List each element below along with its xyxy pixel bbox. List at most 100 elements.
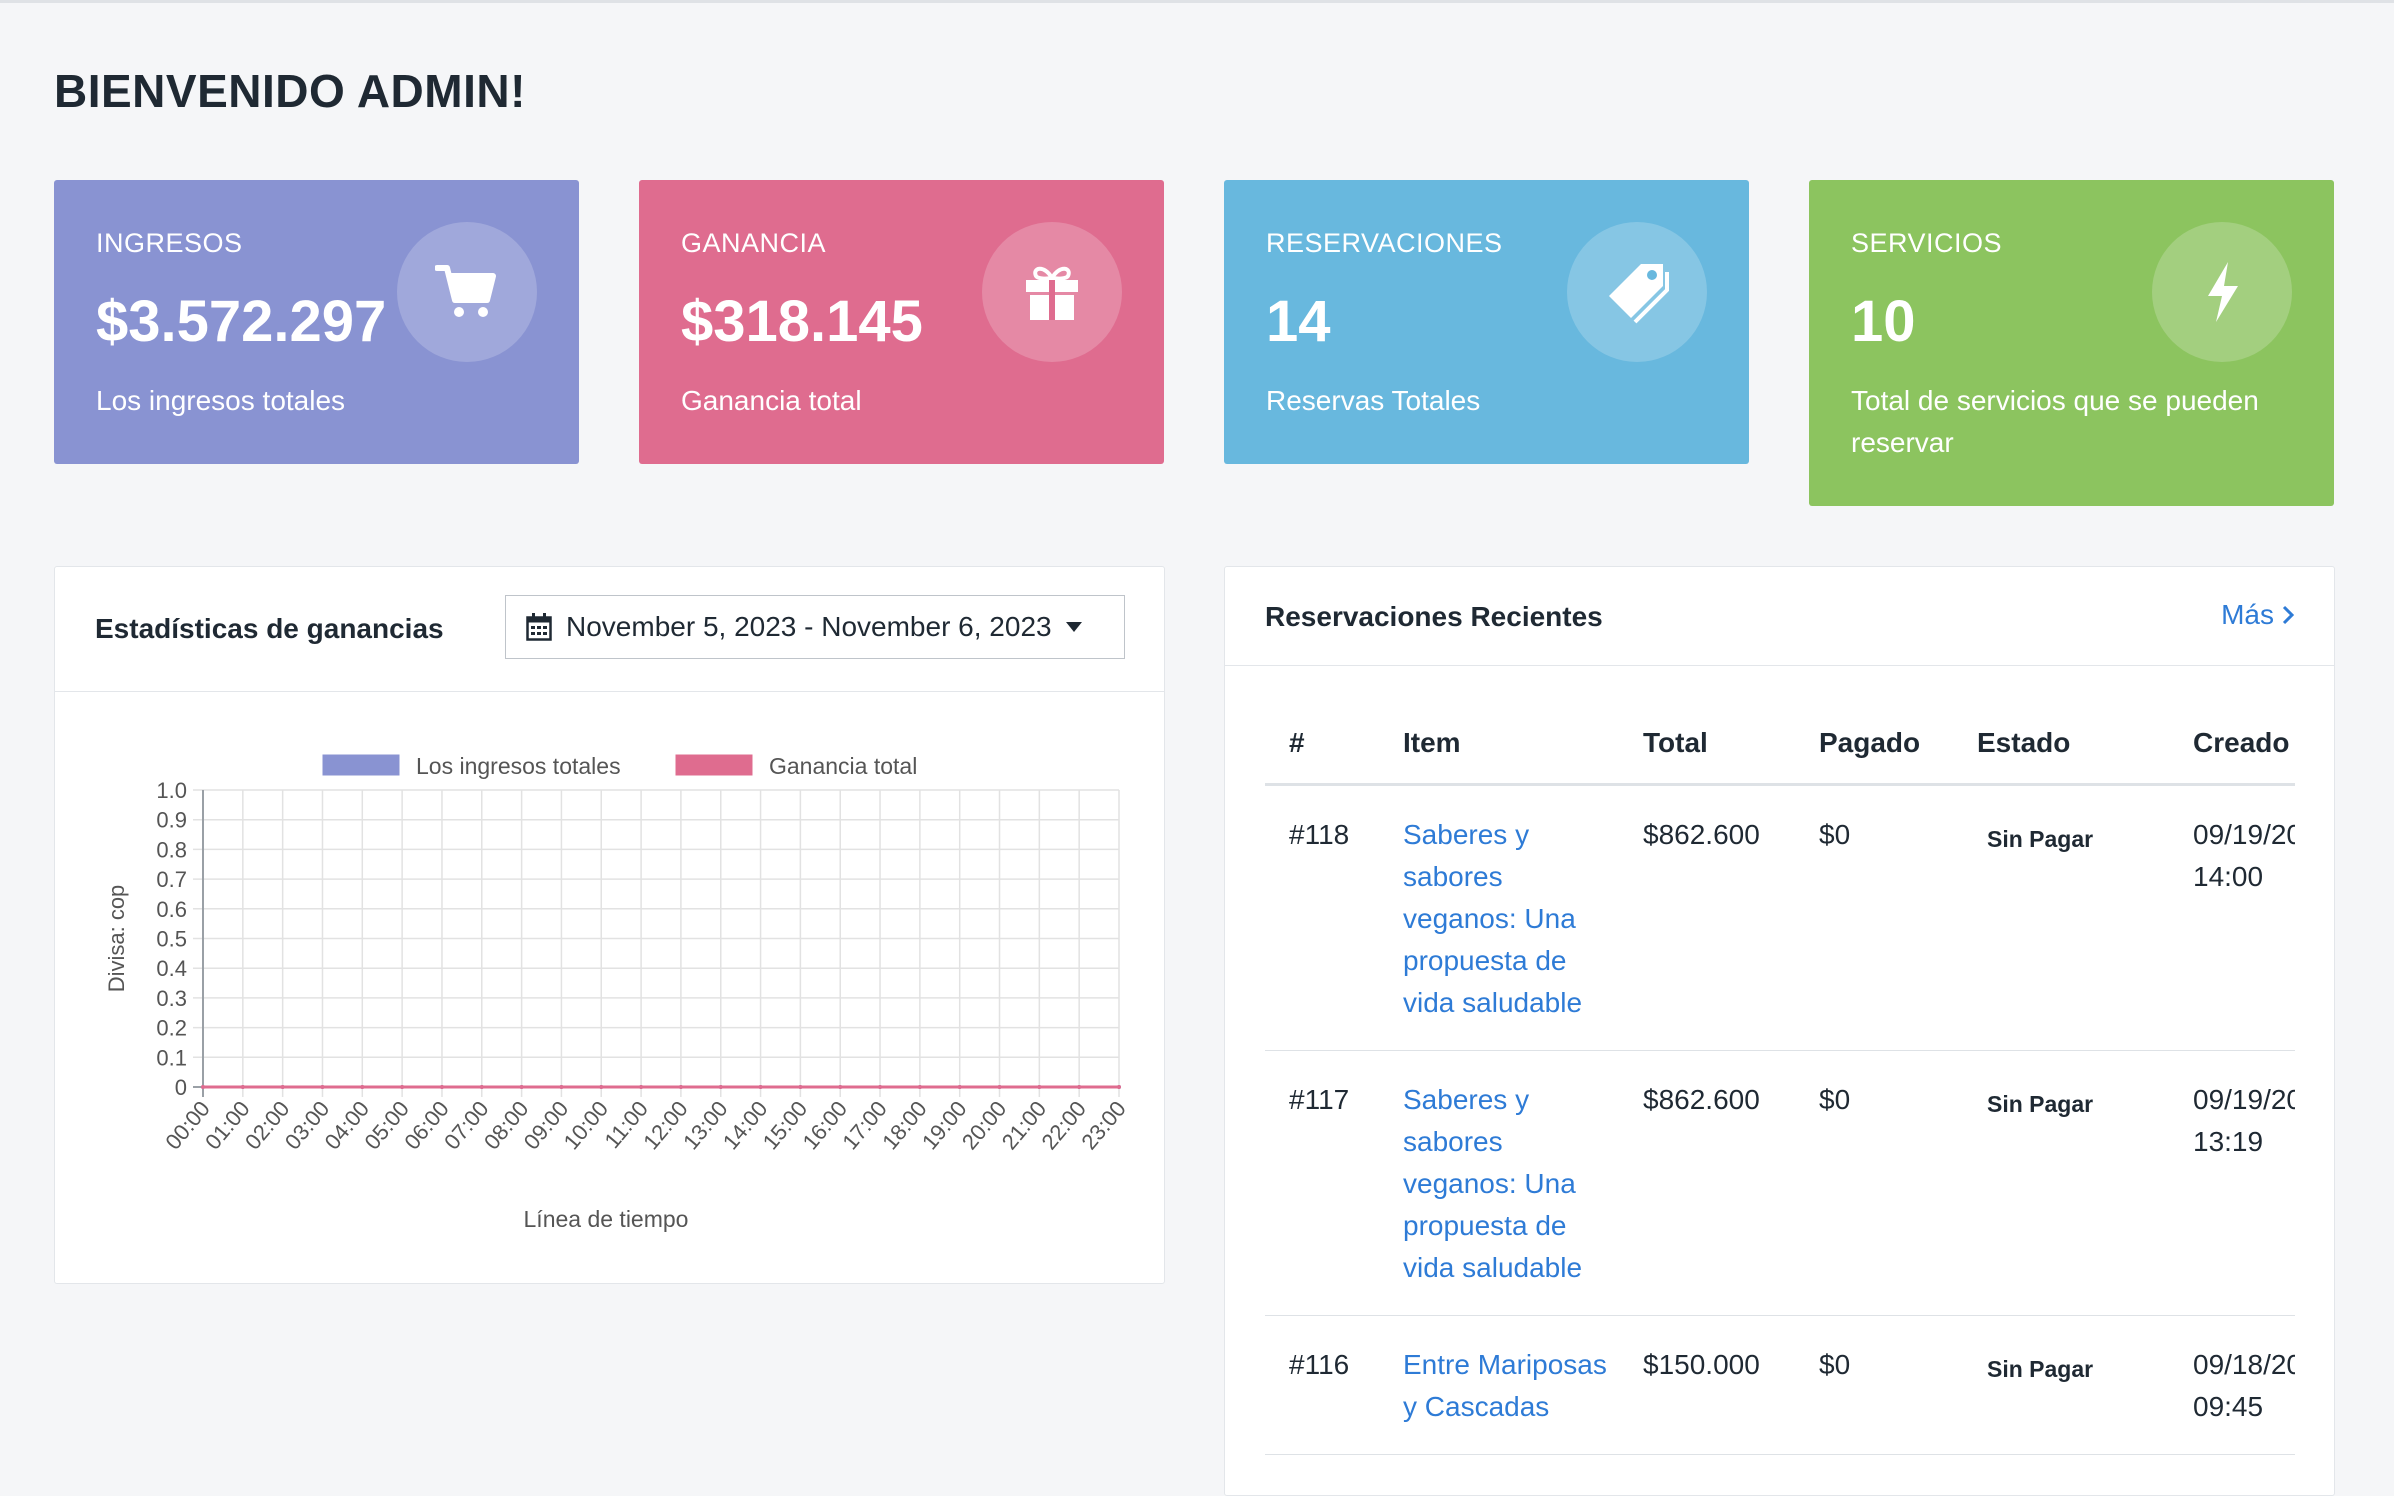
- y-tick-label: 0.8: [156, 837, 187, 862]
- panel-title: Reservaciones Recientes: [1265, 601, 1603, 632]
- y-tick-label: 1.0: [156, 778, 187, 803]
- x-tick-label: 06:00: [399, 1096, 454, 1154]
- data-point: [758, 1085, 763, 1089]
- data-point: [201, 1085, 205, 1089]
- table-row: #116 Entre Mariposas y Cascadas $150.000…: [1265, 1315, 2295, 1455]
- reservation-item-link[interactable]: Saberes y sabores veganos: Una propuesta…: [1403, 784, 1643, 1051]
- reservation-created: 09/18/2023 09:45: [2193, 1315, 2295, 1455]
- card-value: $318.145: [681, 289, 923, 354]
- reservation-item-link[interactable]: Entre Mariposas y Cascadas: [1403, 1315, 1643, 1455]
- card-value: 14: [1266, 289, 1331, 354]
- more-link-label: Más: [2221, 599, 2274, 630]
- data-point: [519, 1085, 524, 1089]
- caret-down-icon: [1065, 622, 1082, 632]
- reservation-item-link[interactable]: Saberes y sabores veganos: Una propuesta…: [1403, 1050, 1643, 1316]
- table-row: #118 Saberes y sabores veganos: Una prop…: [1265, 784, 2295, 1051]
- y-tick-label: 0.6: [156, 897, 187, 922]
- page-title: BIENVENIDO ADMIN!: [54, 65, 526, 117]
- data-point: [479, 1085, 484, 1089]
- card-ganancia: GANANCIA $318.145 Ganancia total: [639, 180, 1164, 464]
- x-tick-label: 21:00: [997, 1096, 1052, 1154]
- reservation-id: #118: [1265, 784, 1403, 1051]
- x-tick-label: 00:00: [160, 1096, 215, 1154]
- data-point: [1117, 1085, 1121, 1089]
- data-point: [838, 1085, 843, 1089]
- x-tick-label: 14:00: [718, 1096, 773, 1154]
- x-tick-label: 12:00: [638, 1096, 693, 1154]
- reservations-table-wrapper: # Item Total Pagado Estado Creado #118 S…: [1265, 727, 2295, 1455]
- created-date: 09/19/2023: [2193, 819, 2295, 850]
- y-tick-label: 0: [175, 1075, 187, 1100]
- data-point: [1037, 1085, 1042, 1089]
- data-point: [280, 1085, 285, 1089]
- card-subtitle: Reservas Totales: [1266, 385, 1481, 416]
- data-point: [917, 1085, 922, 1089]
- data-point: [878, 1085, 883, 1089]
- card-subtitle: Los ingresos totales: [96, 385, 346, 416]
- date-range-picker[interactable]: November 5, 2023 - November 6, 2023: [505, 595, 1125, 659]
- data-point: [639, 1085, 644, 1089]
- chevron-right-icon: [2282, 605, 2294, 625]
- tag-icon: [1567, 222, 1707, 362]
- card-value: $3.572.297: [96, 289, 387, 354]
- x-tick-label: 10:00: [559, 1096, 614, 1154]
- column-header: Total: [1643, 727, 1819, 786]
- column-header: Pagado: [1819, 727, 1977, 786]
- reservation-paid: $0: [1819, 1315, 1977, 1455]
- reservation-id: #116: [1265, 1315, 1403, 1455]
- date-range-value: November 5, 2023 - November 6, 2023: [566, 611, 1052, 642]
- card-ingresos: INGRESOS $3.572.297 Los ingresos totales: [54, 180, 579, 464]
- x-tick-label: 23:00: [1076, 1096, 1131, 1154]
- card-reservaciones: RESERVACIONES 14 Reservas Totales: [1224, 180, 1749, 464]
- panel-header: Reservaciones Recientes Más: [1225, 567, 2334, 666]
- column-header: Item: [1403, 727, 1643, 786]
- reservation-id: #117: [1265, 1050, 1403, 1316]
- x-tick-label: 09:00: [519, 1096, 574, 1154]
- table-header-row: # Item Total Pagado Estado Creado: [1265, 727, 2295, 786]
- x-tick-label: 13:00: [678, 1096, 733, 1154]
- more-link[interactable]: Más: [2221, 599, 2294, 631]
- x-tick-label: 04:00: [320, 1096, 375, 1154]
- data-point: [599, 1085, 604, 1089]
- data-point: [798, 1085, 803, 1089]
- legend-label: Los ingresos totales: [416, 753, 621, 779]
- reservation-created: 09/19/2023 14:00: [2193, 784, 2295, 1051]
- legend-swatch: [319, 751, 403, 779]
- x-axis-title: Línea de tiempo: [524, 1206, 689, 1232]
- reservation-total: $862.600: [1643, 1050, 1819, 1316]
- data-point: [678, 1085, 683, 1089]
- panel-header: Estadísticas de ganancias November 5, 20…: [55, 567, 1164, 692]
- y-axis-title: Divisa: cop: [104, 885, 129, 993]
- created-time: 13:19: [2193, 1126, 2264, 1157]
- card-servicios: SERVICIOS 10 Total de servicios que se p…: [1809, 180, 2334, 506]
- earnings-chart: 0 0.1 0.2 0.3 0.4 0.5 0.6 0.7 0.8 0.9 1.0 00:0001:0…: [104, 751, 1131, 1232]
- gift-icon: [982, 222, 1122, 362]
- column-header: Creado: [2193, 727, 2295, 786]
- data-point: [439, 1085, 444, 1089]
- reservation-total: $150.000: [1643, 1315, 1819, 1455]
- created-time: 14:00: [2193, 861, 2264, 892]
- table-row: #117 Saberes y sabores veganos: Una prop…: [1265, 1050, 2295, 1316]
- cart-icon: [397, 222, 537, 362]
- created-time: 09:45: [2193, 1391, 2264, 1422]
- panel-title: Estadísticas de ganancias: [95, 613, 444, 644]
- card-subtitle: Ganancia total: [681, 385, 862, 416]
- earnings-stats-panel: Estadísticas de ganancias November 5, 20…: [54, 566, 1165, 1284]
- data-point: [957, 1085, 962, 1089]
- column-header: Estado: [1977, 727, 2193, 786]
- card-title: INGRESOS: [96, 228, 243, 258]
- data-point: [997, 1085, 1002, 1089]
- x-tick-label: 17:00: [837, 1096, 892, 1154]
- x-tick-label: 08:00: [479, 1096, 534, 1154]
- created-date: 09/19/2023: [2193, 1084, 2295, 1115]
- top-border: [0, 0, 2394, 3]
- data-point: [320, 1085, 325, 1089]
- calendar-icon: [526, 613, 552, 641]
- x-tick-label: 19:00: [917, 1096, 972, 1154]
- reservation-paid: $0: [1819, 1050, 1977, 1316]
- y-tick-label: 0.1: [156, 1045, 187, 1070]
- column-header: #: [1265, 727, 1403, 786]
- y-tick-label: 0.9: [156, 808, 187, 833]
- data-point: [559, 1085, 564, 1089]
- x-tick-label: 01:00: [200, 1096, 255, 1154]
